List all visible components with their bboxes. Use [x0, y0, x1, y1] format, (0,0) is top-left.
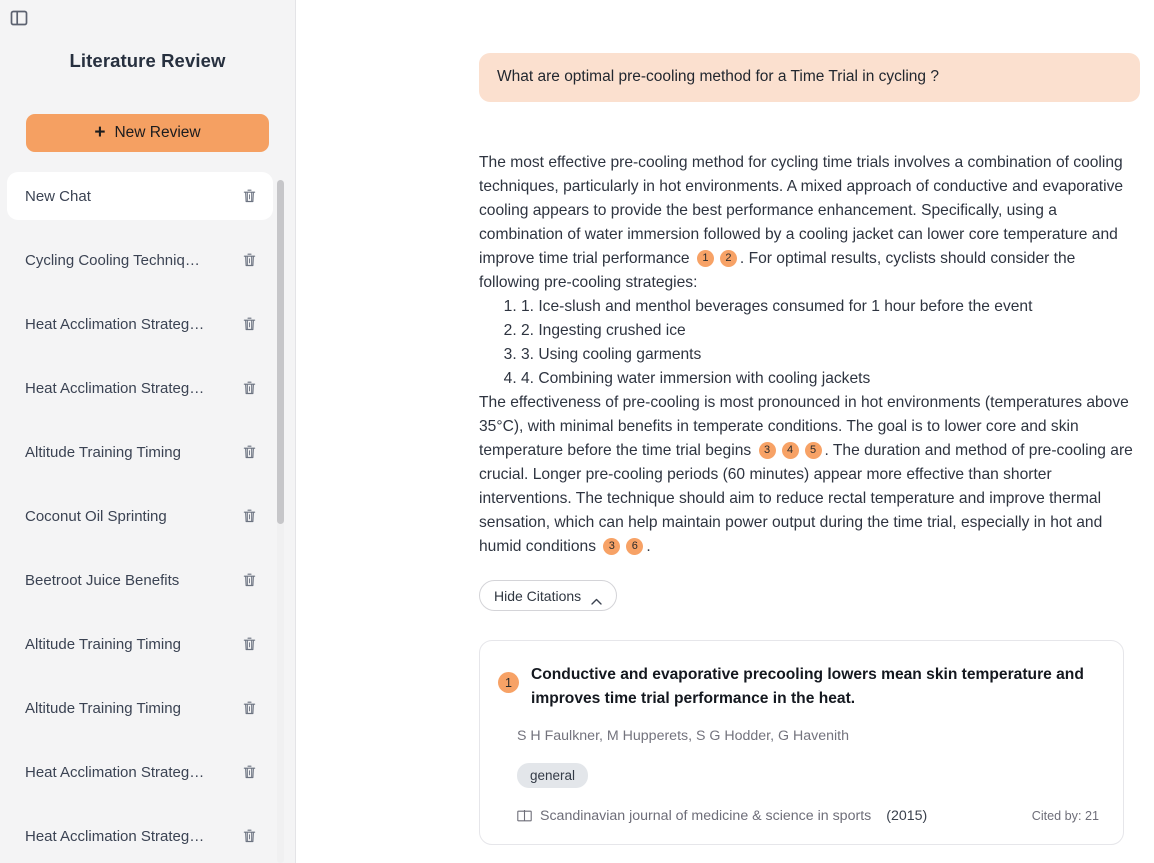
strategy-item: 1. Ice-slush and menthol beverages consu…: [521, 295, 1140, 319]
citation-ref[interactable]: 1: [697, 250, 714, 267]
app-root: Literature Review + New Review New Chat C…: [0, 0, 1154, 863]
hide-citations-button[interactable]: Hide Citations: [479, 580, 617, 611]
chat-list-item-label: Altitude Training Timing: [25, 444, 181, 461]
trash-icon[interactable]: [242, 572, 257, 588]
chat-list-item-label: Heat Acclimation Strateg…: [25, 764, 204, 781]
panel-left-icon[interactable]: [10, 9, 28, 27]
citation-card-list: 1 Conductive and evaporative precooling l…: [479, 640, 1140, 845]
strategy-item: 4. Combining water immersion with coolin…: [521, 367, 1140, 391]
chat-list-item-label: Heat Acclimation Strateg…: [25, 316, 204, 333]
new-review-container: + New Review: [0, 114, 295, 152]
chat-list-item[interactable]: Coconut Oil Sprinting: [7, 492, 273, 540]
sidebar: Literature Review + New Review New Chat C…: [0, 0, 296, 863]
trash-icon[interactable]: [242, 444, 257, 460]
chat-list-item-label: Coconut Oil Sprinting: [25, 508, 167, 525]
chat-list-item-label: Cycling Cooling Techniq…: [25, 252, 200, 269]
chevron-up-icon: [591, 592, 602, 599]
citation-journal: Scandinavian journal of medicine & scien…: [540, 808, 871, 824]
chat-list-item[interactable]: Heat Acclimation Strateg…: [7, 364, 273, 412]
citation-title: Conductive and evaporative precooling lo…: [531, 663, 1099, 711]
hide-citations-container: Hide Citations: [479, 580, 1140, 611]
citation-source: Scandinavian journal of medicine & scien…: [517, 808, 927, 824]
citation-card-header: 1 Conductive and evaporative precooling l…: [498, 663, 1099, 711]
sidebar-scrollbar-thumb[interactable]: [277, 180, 284, 524]
sidebar-title: Literature Review: [0, 50, 295, 72]
citation-ref[interactable]: 4: [782, 442, 799, 459]
citation-authors: S H Faulkner, M Hupperets, S G Hodder, G…: [517, 728, 1099, 744]
chat-list-item-label: New Chat: [25, 188, 91, 205]
trash-icon[interactable]: [242, 508, 257, 524]
sidebar-scrollbar[interactable]: [277, 180, 284, 863]
citation-ref[interactable]: 3: [759, 442, 776, 459]
citation-tag[interactable]: general: [517, 763, 588, 788]
citation-number-badge: 1: [498, 672, 519, 693]
chat-list-item-label: Heat Acclimation Strateg…: [25, 380, 204, 397]
citation-ref-group-1: 12: [694, 250, 740, 267]
answer-paragraph-1: The most effective pre-cooling method fo…: [479, 151, 1140, 295]
hide-citations-label: Hide Citations: [494, 588, 581, 604]
book-icon: [517, 809, 532, 823]
citation-year: (2015): [886, 808, 927, 824]
chat-list-item-label: Altitude Training Timing: [25, 700, 181, 717]
strategies-list: 1. Ice-slush and menthol beverages consu…: [479, 295, 1140, 391]
trash-icon[interactable]: [242, 252, 257, 268]
trash-icon[interactable]: [242, 316, 257, 332]
strategy-item: 3. Using cooling garments: [521, 343, 1140, 367]
trash-icon[interactable]: [242, 636, 257, 652]
citation-ref-group-2: 345: [756, 442, 825, 459]
new-review-button[interactable]: + New Review: [26, 114, 269, 152]
chat-list-item[interactable]: Altitude Training Timing: [7, 428, 273, 476]
answer-p2-text-c: .: [646, 538, 650, 555]
chat-list-item[interactable]: Altitude Training Timing: [7, 684, 273, 732]
chat-list-item-label: Beetroot Juice Benefits: [25, 572, 179, 589]
citation-ref[interactable]: 5: [805, 442, 822, 459]
main-content: What are optimal pre-cooling method for …: [296, 0, 1154, 863]
chat-list-item[interactable]: Heat Acclimation Strateg…: [7, 748, 273, 796]
chat-list-item-label: Altitude Training Timing: [25, 636, 181, 653]
chat-list-item[interactable]: Beetroot Juice Benefits: [7, 556, 273, 604]
trash-icon[interactable]: [242, 380, 257, 396]
chat-list-item[interactable]: Heat Acclimation Strateg…: [7, 812, 273, 860]
citation-ref[interactable]: 2: [720, 250, 737, 267]
citation-footer: Scandinavian journal of medicine & scien…: [517, 808, 1099, 824]
strategy-item: 2. Ingesting crushed ice: [521, 319, 1140, 343]
citation-ref-group-3: 36: [600, 538, 646, 555]
user-message-bubble: What are optimal pre-cooling method for …: [479, 53, 1140, 102]
citation-ref[interactable]: 6: [626, 538, 643, 555]
trash-icon[interactable]: [242, 764, 257, 780]
trash-icon[interactable]: [242, 700, 257, 716]
chat-list-item[interactable]: Altitude Training Timing: [7, 620, 273, 668]
plus-icon: +: [94, 123, 105, 142]
trash-icon[interactable]: [242, 828, 257, 844]
new-review-label: New Review: [114, 124, 200, 142]
citation-card[interactable]: 1 Conductive and evaporative precooling l…: [479, 640, 1124, 845]
chat-list-item-label: Heat Acclimation Strateg…: [25, 828, 204, 845]
chat-list-item[interactable]: Heat Acclimation Strateg…: [7, 300, 273, 348]
answer-paragraph-2: The effectiveness of pre-cooling is most…: [479, 391, 1140, 559]
chat-list-item[interactable]: Cycling Cooling Techniq…: [7, 236, 273, 284]
sidebar-toggle-row: [0, 0, 295, 35]
user-message-text: What are optimal pre-cooling method for …: [497, 68, 939, 85]
chat-list: New Chat Cycling Cooling Techniq… Heat Acc…: [0, 172, 295, 863]
citation-ref[interactable]: 3: [603, 538, 620, 555]
assistant-answer: The most effective pre-cooling method fo…: [479, 151, 1140, 559]
citation-cited-by: Cited by: 21: [1032, 809, 1099, 823]
chat-list-item[interactable]: New Chat: [7, 172, 273, 220]
trash-icon[interactable]: [242, 188, 257, 204]
